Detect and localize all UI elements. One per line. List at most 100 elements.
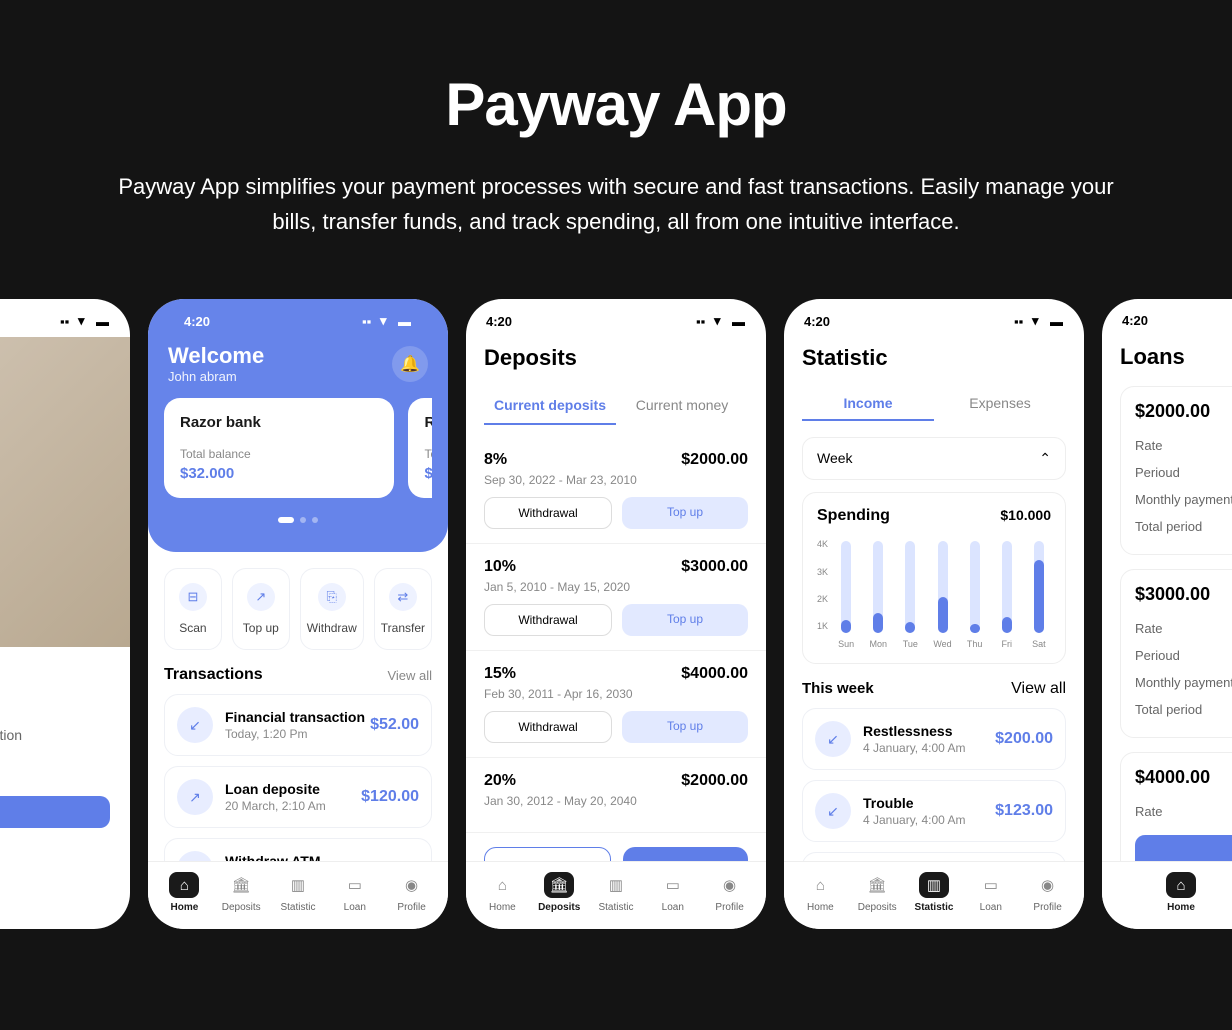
nav-label: Home bbox=[1110, 902, 1232, 913]
nav-deposits[interactable]: 🏛 Deposits bbox=[849, 872, 906, 913]
tab-income[interactable]: Income bbox=[802, 387, 934, 421]
status-time: 4:20 bbox=[486, 314, 512, 329]
loan-amount: $4000.00 bbox=[1135, 767, 1232, 788]
action-label: Scan bbox=[171, 621, 215, 635]
deposit-rate: 20% bbox=[484, 772, 516, 790]
deposit-dates: Jan 30, 2012 - May 20, 2040 bbox=[484, 794, 748, 808]
topup-button[interactable]: Top up bbox=[622, 497, 748, 529]
transaction-row[interactable]: ↗ Loan deposite 20 March, 2:10 Am $120.0… bbox=[164, 766, 432, 828]
topup-button[interactable]: Top up bbox=[622, 604, 748, 636]
home-icon: ⌂ bbox=[1166, 872, 1196, 898]
status-bar: ▪▪▾▬ bbox=[0, 299, 130, 337]
deposits-icon: 🏛 bbox=[544, 872, 574, 898]
bar-track bbox=[970, 541, 980, 633]
loan-field: Perioud bbox=[1135, 642, 1232, 669]
bar-fill bbox=[970, 624, 980, 633]
banking-cta-button[interactable] bbox=[0, 796, 110, 828]
view-all-link[interactable]: View all bbox=[1011, 680, 1066, 698]
nav-statistic[interactable]: ▥ Statistic bbox=[588, 872, 645, 913]
nav-statistic[interactable]: ▥ Statistic bbox=[906, 872, 963, 913]
statistic-icon: ▥ bbox=[283, 872, 313, 898]
nav-profile[interactable]: ◉ Profile bbox=[383, 872, 440, 913]
status-time: 4:20 bbox=[1122, 313, 1148, 328]
tab-current-money[interactable]: Current money bbox=[616, 387, 748, 425]
statistic-icon: ▥ bbox=[601, 872, 631, 898]
nav-home[interactable]: ⌂ Home bbox=[474, 872, 531, 913]
nav-label: Home bbox=[156, 902, 213, 913]
notification-button[interactable]: 🔔 bbox=[392, 346, 428, 382]
deposit-rate: 8% bbox=[484, 451, 507, 469]
nav-home[interactable]: ⌂ Home bbox=[156, 872, 213, 913]
statistic-heading: Statistic bbox=[784, 337, 1084, 387]
nav-loan[interactable]: ▭ Loan bbox=[962, 872, 1019, 913]
bar-column: Mon bbox=[866, 541, 890, 649]
action-top-up[interactable]: ↗ Top up bbox=[232, 568, 290, 650]
nav-statistic[interactable]: ▥ Statistic bbox=[270, 872, 327, 913]
bar-track bbox=[905, 541, 915, 633]
bar-label: Tue bbox=[903, 639, 918, 649]
action-withdraw[interactable]: ⎘ Withdraw bbox=[300, 568, 364, 650]
nav-label: Statistic bbox=[588, 902, 645, 913]
status-icons: ▪▪▾▬ bbox=[1014, 313, 1064, 329]
withdrawal-button[interactable]: Withdrawal bbox=[484, 711, 612, 743]
nav-profile[interactable]: ◉ Profile bbox=[1019, 872, 1076, 913]
y-tick: 4K bbox=[817, 539, 828, 549]
phone-banking: ▪▪▾▬ king open banking robotic nation bbox=[0, 299, 130, 929]
nav-label: Deposits bbox=[849, 902, 906, 913]
phone-deposits: 4:20 ▪▪▾▬ Deposits Current deposits Curr… bbox=[466, 299, 766, 929]
bar-fill bbox=[1002, 617, 1012, 633]
bar-column: Wed bbox=[930, 541, 954, 649]
arrow-icon: ↙ bbox=[815, 793, 851, 829]
topup-button[interactable]: Top up bbox=[622, 711, 748, 743]
spending-item[interactable]: ↙ Restlessness 4 January, 4:00 Am $200.0… bbox=[802, 708, 1066, 770]
item-date: 4 January, 4:00 Am bbox=[863, 813, 966, 827]
bank-name: Razo bbox=[424, 414, 432, 431]
chart-title: Spending bbox=[817, 507, 890, 525]
loan-icon: ▭ bbox=[340, 872, 370, 898]
deposits-icon: 🏛 bbox=[862, 872, 892, 898]
nav-label: Profile bbox=[1019, 902, 1076, 913]
tx-name: Financial transaction bbox=[225, 709, 365, 725]
nav-profile[interactable]: ◉ Profile bbox=[701, 872, 758, 913]
withdrawal-button[interactable]: Withdrawal bbox=[484, 604, 612, 636]
banking-desc: open banking robotic nation bbox=[0, 725, 110, 746]
bar-label: Sat bbox=[1032, 639, 1046, 649]
deposit-row: 8% $2000.00 Sep 30, 2022 - Mar 23, 2010 … bbox=[466, 437, 766, 544]
deposit-dates: Feb 30, 2011 - Apr 16, 2030 bbox=[484, 687, 748, 701]
nav-label: Loan bbox=[644, 902, 701, 913]
action-scan[interactable]: ⊟ Scan bbox=[164, 568, 222, 650]
action-label: Top up bbox=[239, 621, 283, 635]
home-icon: ⌂ bbox=[487, 872, 517, 898]
bank-card-peek[interactable]: Razo Total b $32.0 bbox=[408, 398, 432, 498]
nav-deposits[interactable]: 🏛 Deposits bbox=[213, 872, 270, 913]
view-all-link[interactable]: View all bbox=[387, 668, 432, 683]
deposit-row: 15% $4000.00 Feb 30, 2011 - Apr 16, 2030… bbox=[466, 651, 766, 758]
bar-label: Thu bbox=[967, 639, 983, 649]
loan-field: Monthly payment bbox=[1135, 669, 1232, 696]
arrow-icon: ↗ bbox=[177, 779, 213, 815]
bank-card[interactable]: Razor bank Total balance $32.000 bbox=[164, 398, 394, 498]
bar-fill bbox=[841, 620, 851, 634]
bar-track bbox=[938, 541, 948, 633]
bank-name: Razor bank bbox=[180, 414, 378, 431]
bar-track bbox=[873, 541, 883, 633]
transaction-row[interactable]: ↙ Financial transaction Today, 1:20 Pm $… bbox=[164, 694, 432, 756]
loan-icon: ▭ bbox=[658, 872, 688, 898]
top up-icon: ↗ bbox=[247, 583, 275, 611]
action-transfer[interactable]: ⇄ Transfer bbox=[374, 568, 432, 650]
nav-home[interactable]: ⌂ Home bbox=[792, 872, 849, 913]
period-dropdown[interactable]: Week ⌃ bbox=[802, 437, 1066, 480]
nav-home[interactable]: ⌂ Home bbox=[1110, 872, 1232, 913]
bar-fill bbox=[873, 613, 883, 634]
nav-loan[interactable]: ▭ Loan bbox=[644, 872, 701, 913]
loan-field: Monthly payment bbox=[1135, 486, 1232, 513]
chart-total: $10.000 bbox=[1000, 507, 1051, 525]
nav-loan[interactable]: ▭ Loan bbox=[326, 872, 383, 913]
loan-field: Rate bbox=[1135, 432, 1232, 459]
withdrawal-button[interactable]: Withdrawal bbox=[484, 497, 612, 529]
tx-amount: $120.00 bbox=[361, 788, 419, 806]
tab-expenses[interactable]: Expenses bbox=[934, 387, 1066, 421]
tab-current-deposits[interactable]: Current deposits bbox=[484, 387, 616, 425]
spending-item[interactable]: ↙ Trouble 4 January, 4:00 Am $123.00 bbox=[802, 780, 1066, 842]
nav-deposits[interactable]: 🏛 Deposits bbox=[531, 872, 588, 913]
